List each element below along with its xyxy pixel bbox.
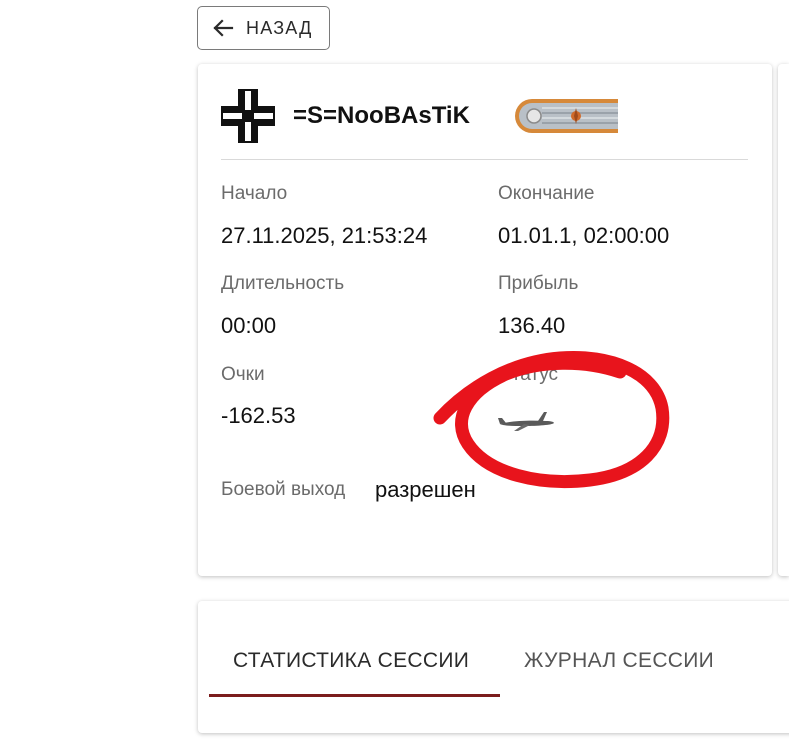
aircraft-icon xyxy=(498,410,556,439)
score-value: -162.53 xyxy=(221,403,296,428)
active-tab-indicator xyxy=(209,694,500,697)
profit-value: 136.40 xyxy=(498,313,566,338)
end-value: 01.01.1, 02:00:00 xyxy=(498,223,670,248)
combat-value: разрешен xyxy=(375,477,476,502)
player-nickname: =S=NooBAsTiK xyxy=(293,102,470,129)
combat-label: Боевой выход xyxy=(221,479,346,500)
duration-label: Длительность xyxy=(221,273,345,294)
back-button-label: НАЗАД xyxy=(246,17,313,38)
rank-epaulette-icon xyxy=(514,96,639,141)
next-card-edge xyxy=(778,64,789,576)
session-card: =S=NooBAsTiK Начало 27.11.2025, 21:53:24… xyxy=(198,64,772,576)
start-label: Начало xyxy=(221,183,288,204)
start-value: 27.11.2025, 21:53:24 xyxy=(221,223,428,248)
tab-session-stats[interactable]: СТАТИСТИКА СЕССИИ xyxy=(233,649,469,673)
tab-session-log[interactable]: ЖУРНАЛ СЕССИИ xyxy=(524,649,714,673)
status-label: Статус xyxy=(498,364,559,385)
duration-value: 00:00 xyxy=(221,313,277,338)
header-divider xyxy=(221,159,748,160)
end-label: Окончание xyxy=(498,183,595,204)
balkenkreuz-icon xyxy=(221,89,275,148)
arrow-left-icon xyxy=(212,19,234,37)
profit-label: Прибыль xyxy=(498,273,579,294)
score-label: Очки xyxy=(221,364,265,385)
session-tabs: СТАТИСТИКА СЕССИИ ЖУРНАЛ СЕССИИ xyxy=(198,601,789,733)
back-button[interactable]: НАЗАД xyxy=(197,6,330,50)
